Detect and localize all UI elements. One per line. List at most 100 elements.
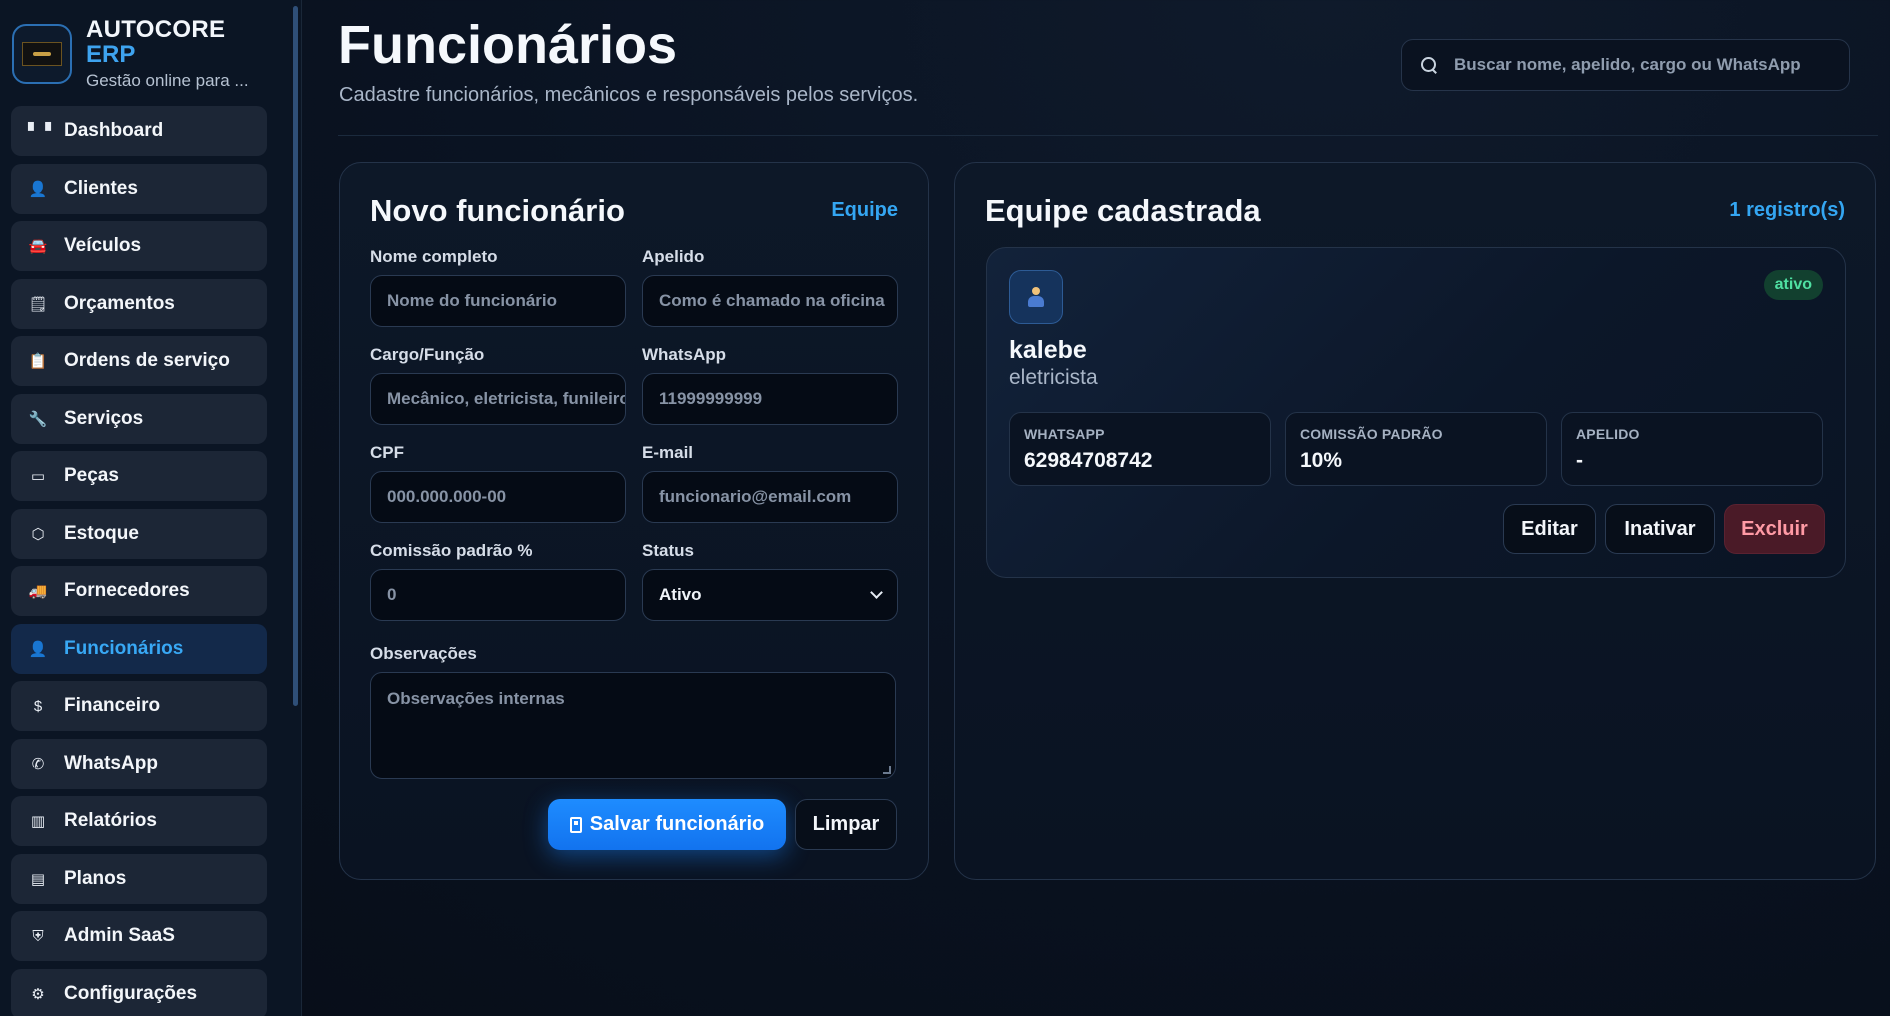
parts-icon: ▭: [30, 468, 46, 485]
header-divider: [338, 135, 1878, 136]
sidebar-item-planos[interactable]: ▤ Planos: [11, 853, 267, 904]
email-label: E-mail: [642, 443, 694, 462]
brand[interactable]: AUTOCORE ERP Gestão online para ...: [12, 17, 249, 91]
notes-label: Observações: [370, 644, 477, 663]
sidebar-item-admin-saas[interactable]: ⛨ Admin SaaS: [11, 911, 267, 961]
employee-name: kalebe: [1009, 336, 1087, 364]
resize-handle[interactable]: [883, 766, 891, 774]
sidebar-item-veiculos[interactable]: 🚘 Veículos: [11, 221, 267, 271]
whatsapp-info-value: 62984708742: [1024, 449, 1153, 472]
sidebar-nav: ▘▝ Dashboard 👤 Clientes 🚘 Veículos 🗒 Orçamentos…: [11, 106, 267, 1016]
role-input[interactable]: [387, 389, 625, 409]
brand-subtitle: Gestão online para ...: [86, 71, 249, 90]
sidebar-item-label: Ordens de serviço: [64, 350, 230, 371]
team-title: Equipe cadastrada: [985, 193, 1261, 228]
employee-role: eletricista: [1009, 366, 1098, 389]
logo: [12, 24, 72, 84]
role-field[interactable]: [370, 373, 626, 425]
search-icon: [1420, 56, 1438, 74]
money-icon: $: [33, 697, 43, 715]
employee-card: ativo kalebe eletricista WHATSAPP 629847…: [986, 247, 1846, 578]
sidebar-item-estoque[interactable]: ⬡ Estoque: [11, 508, 267, 559]
page-title: Funcionários: [338, 15, 678, 75]
name-field[interactable]: [370, 275, 626, 327]
nickname-label: Apelido: [642, 247, 705, 266]
sidebar-item-label: Estoque: [64, 522, 139, 544]
sidebar-item-funcionarios[interactable]: 👤 Funcionários: [11, 623, 267, 674]
notes-field[interactable]: [370, 672, 896, 779]
sidebar-item-label: WhatsApp: [64, 752, 158, 774]
shield-icon: ⛨: [32, 927, 44, 945]
dashboard-icon: ▘▝: [28, 123, 52, 140]
team-link[interactable]: Equipe: [831, 199, 898, 222]
sidebar-item-whatsapp[interactable]: ✆ WhatsApp: [11, 738, 267, 789]
sidebar-item-label: Veículos: [64, 235, 142, 256]
commission-field[interactable]: [370, 569, 626, 621]
nickname-info: APELIDO -: [1561, 412, 1823, 486]
commission-input[interactable]: [387, 585, 625, 605]
sidebar-item-label: Admin SaaS: [64, 925, 175, 946]
sidebar-item-ordens-de-servico[interactable]: 📋 Ordens de serviço: [11, 336, 267, 386]
edit-button[interactable]: Editar: [1503, 504, 1596, 554]
clear-button[interactable]: Limpar: [795, 799, 897, 850]
cpf-label: CPF: [370, 443, 404, 462]
sidebar-item-servicos[interactable]: 🔧 Serviços: [11, 393, 267, 444]
box-icon: ⬡: [31, 525, 45, 543]
commission-info: COMISSÃO PADRÃO 10%: [1285, 412, 1547, 486]
new-employee-panel: Novo funcionário Equipe Nome completo Ap…: [339, 162, 929, 880]
nickname-info-label: APELIDO: [1576, 426, 1640, 442]
name-label: Nome completo: [370, 247, 498, 266]
status-select[interactable]: Ativo: [642, 569, 898, 621]
search-box[interactable]: [1401, 39, 1850, 91]
brand-title-erp: ERP: [86, 41, 136, 68]
truck-icon: 🚚: [28, 583, 48, 600]
gear-icon: ⚙: [31, 985, 45, 1003]
whatsapp-field[interactable]: [642, 373, 898, 425]
avatar: [1009, 270, 1063, 324]
save-icon: [569, 816, 582, 833]
sidebar-item-fornecedores[interactable]: 🚚 Fornecedores: [11, 566, 267, 616]
sidebar-item-orcamentos[interactable]: 🗒 Orçamentos: [11, 278, 267, 329]
cpf-input[interactable]: [387, 487, 625, 507]
card-icon: ▤: [30, 870, 46, 888]
deactivate-button[interactable]: Inativar: [1605, 504, 1715, 554]
sidebar-item-label: Financeiro: [64, 695, 161, 716]
nickname-field[interactable]: [642, 275, 898, 327]
whatsapp-input[interactable]: [659, 389, 897, 409]
sidebar-item-financeiro[interactable]: $ Financeiro: [11, 681, 267, 731]
sidebar-item-label: Relatórios: [64, 810, 157, 831]
whatsapp-info: WHATSAPP 62984708742: [1009, 412, 1271, 486]
email-input[interactable]: [659, 487, 897, 507]
record-count: 1 registro(s): [1729, 199, 1845, 221]
status-select-value: Ativo: [659, 585, 702, 604]
sidebar-item-label: Funcionários: [64, 637, 184, 659]
sidebar-item-relatorios[interactable]: ▥ Relatórios: [11, 796, 267, 846]
notes-textarea[interactable]: [387, 689, 895, 769]
nickname-info-value: -: [1576, 449, 1583, 472]
status-badge: ativo: [1763, 270, 1823, 300]
name-input[interactable]: [387, 291, 625, 311]
cpf-field[interactable]: [370, 471, 626, 523]
wrench-icon: 🔧: [28, 410, 48, 428]
status-label: Status: [642, 541, 694, 560]
commission-info-value: 10%: [1300, 449, 1343, 472]
sidebar-item-label: Configurações: [64, 982, 198, 1004]
clipboard-icon: 📋: [28, 353, 48, 370]
sidebar-item-label: Peças: [64, 465, 119, 486]
car-icon: 🚘: [28, 238, 48, 255]
search-input[interactable]: [1454, 55, 1849, 75]
sidebar-item-pecas[interactable]: ▭ Peças: [11, 451, 267, 501]
user-icon: 👤: [28, 180, 48, 198]
sidebar-scrollbar[interactable]: [293, 6, 298, 706]
sidebar-item-label: Orçamentos: [64, 292, 175, 314]
sidebar-item-dashboard[interactable]: ▘▝ Dashboard: [11, 106, 267, 156]
commission-label: Comissão padrão %: [370, 541, 533, 560]
brand-title: AUTOCORE: [86, 16, 226, 43]
sidebar-item-configuracoes[interactable]: ⚙ Configurações: [11, 968, 267, 1016]
nickname-input[interactable]: [659, 291, 897, 311]
save-employee-button[interactable]: Salvar funcionário: [548, 799, 786, 850]
email-field[interactable]: [642, 471, 898, 523]
sidebar-item-clientes[interactable]: 👤 Clientes: [11, 163, 267, 214]
delete-button[interactable]: Excluir: [1724, 504, 1825, 554]
whatsapp-icon: ✆: [31, 755, 45, 773]
